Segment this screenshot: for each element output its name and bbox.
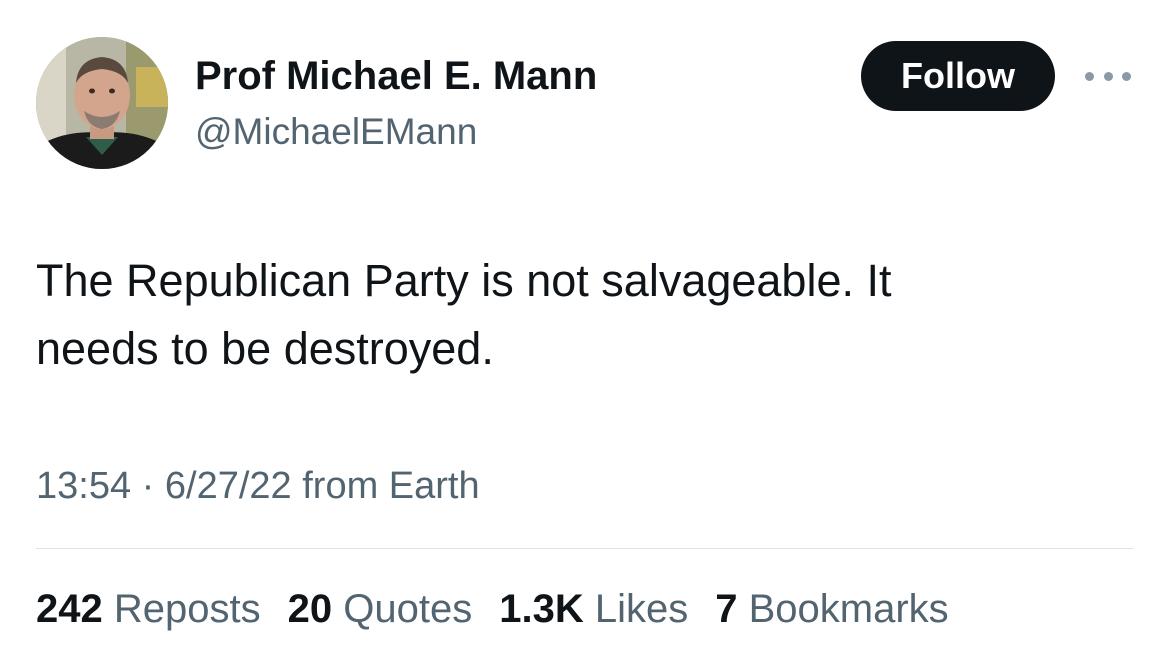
ellipsis-icon[interactable] bbox=[1085, 64, 1131, 88]
stat-likes[interactable]: 1.3K Likes bbox=[499, 586, 688, 632]
tweet-source: from Earth bbox=[302, 465, 480, 507]
ellipsis-dot bbox=[1122, 71, 1131, 81]
avatar[interactable] bbox=[36, 37, 168, 169]
stat-count: 7 bbox=[715, 587, 738, 631]
tweet-card: Prof Michael E. Mann @MichaelEMann Follo… bbox=[0, 0, 1170, 663]
stat-count: 1.3K bbox=[499, 587, 584, 631]
meta-separator: · bbox=[141, 465, 155, 507]
tweet-meta: 13:54 · 6/27/22 from Earth bbox=[36, 463, 480, 509]
ellipsis-dot bbox=[1085, 71, 1094, 81]
stat-count: 242 bbox=[36, 587, 103, 631]
stat-count: 20 bbox=[287, 587, 333, 631]
stat-quotes[interactable]: 20 Quotes bbox=[288, 586, 473, 632]
tweet-text-line: needs to be destroyed. bbox=[36, 323, 494, 374]
stat-reposts[interactable]: 242 Reposts bbox=[36, 586, 261, 632]
tweet-text-line: The Republican Party is not salvageable.… bbox=[36, 255, 892, 306]
stat-label: Bookmarks bbox=[748, 587, 949, 631]
stat-label: Quotes bbox=[343, 587, 473, 631]
author-display-name[interactable]: Prof Michael E. Mann bbox=[195, 52, 597, 100]
author-handle[interactable]: @MichaelEMann bbox=[195, 110, 477, 154]
follow-button[interactable]: Follow bbox=[861, 41, 1055, 111]
avatar-image bbox=[36, 37, 168, 169]
stat-label: Likes bbox=[594, 587, 689, 631]
ellipsis-dot bbox=[1103, 71, 1113, 81]
stat-bookmarks[interactable]: 7 Bookmarks bbox=[715, 586, 948, 632]
tweet-text: The Republican Party is not salvageable.… bbox=[36, 247, 1036, 383]
engagement-stats: 242 Reposts 20 Quotes 1.3K Likes 7 Bookm… bbox=[36, 586, 976, 632]
tweet-time[interactable]: 13:54 bbox=[36, 465, 131, 507]
tweet-date[interactable]: 6/27/22 bbox=[165, 465, 292, 507]
divider bbox=[36, 548, 1134, 549]
stat-label: Reposts bbox=[113, 587, 261, 631]
